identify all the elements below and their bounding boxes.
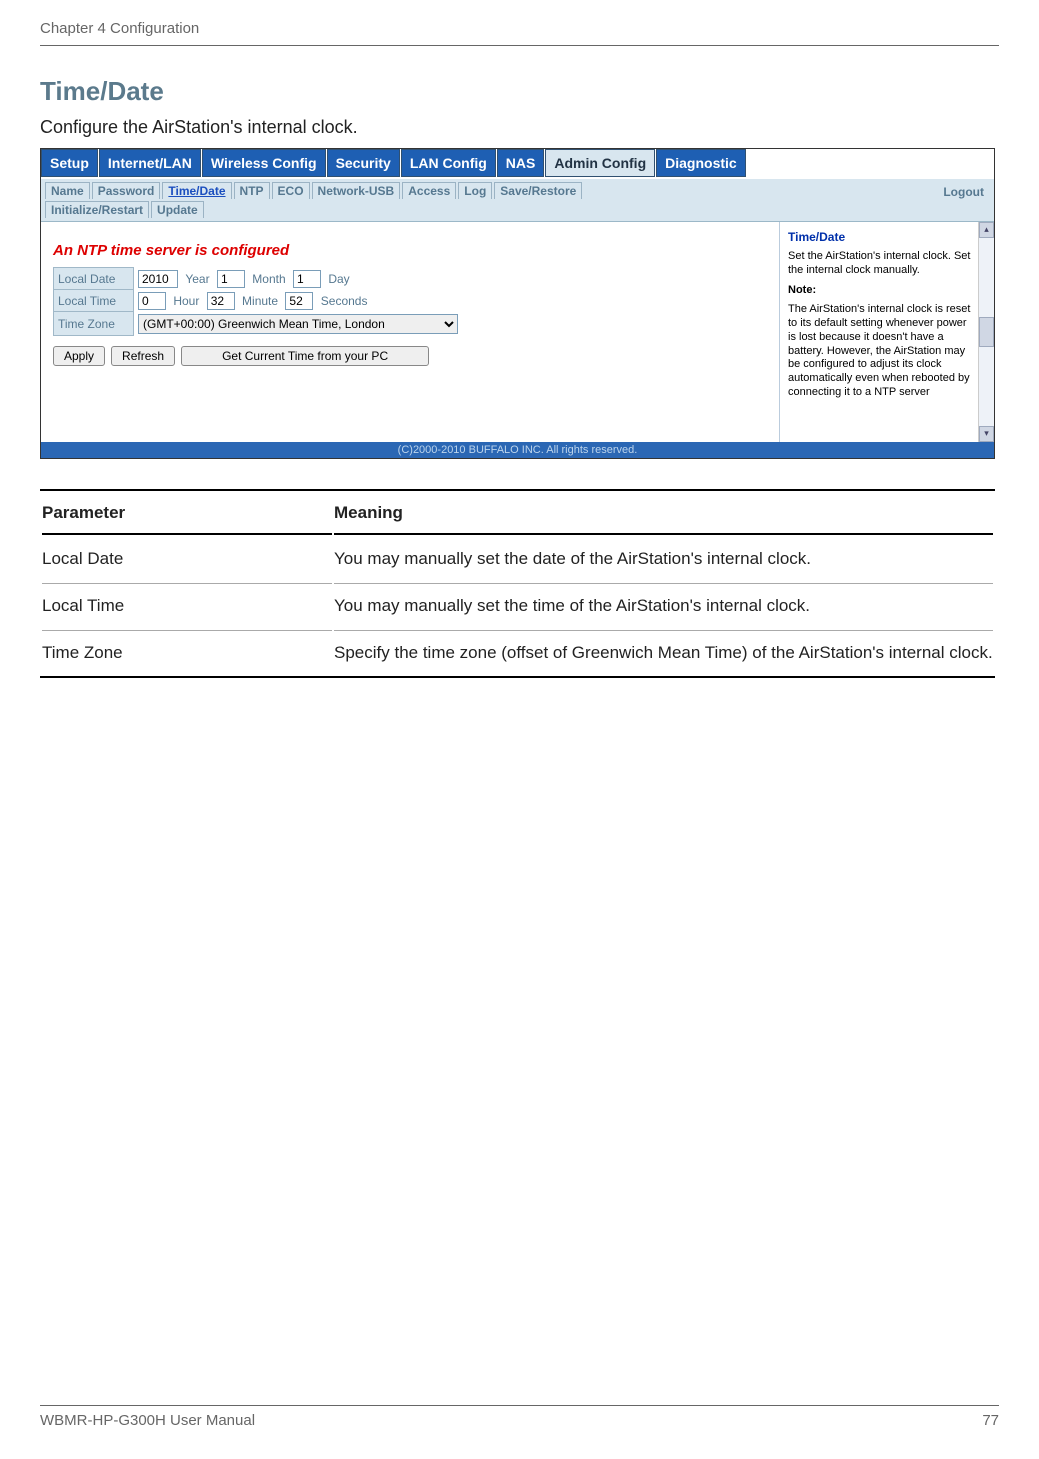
minute-input[interactable] [207, 292, 235, 310]
cell-meaning: Specify the time zone (offset of Greenwi… [334, 630, 993, 675]
chapter-header: Chapter 4 Configuration [40, 20, 999, 46]
sub-tab-update[interactable]: Update [151, 201, 204, 218]
sub-tab-ntp[interactable]: NTP [234, 182, 270, 199]
router-admin-screenshot: Setup Internet/LAN Wireless Config Secur… [40, 148, 995, 459]
config-form-area: An NTP time server is configured Local D… [41, 222, 779, 442]
day-unit: Day [324, 272, 353, 286]
help-scrollbar[interactable]: ▴ ▾ [978, 222, 994, 442]
table-row: Local Time You may manually set the time… [42, 583, 993, 628]
local-time-label: Local Time [54, 290, 134, 312]
sub-tab-log[interactable]: Log [458, 182, 492, 199]
year-unit: Year [181, 272, 213, 286]
help-note-body: The AirStation's internal clock is reset… [788, 303, 974, 399]
sub-tab-password[interactable]: Password [92, 182, 161, 199]
time-zone-select[interactable]: (GMT+00:00) Greenwich Mean Time, London [138, 314, 458, 334]
parameter-table: Parameter Meaning Local Date You may man… [40, 489, 995, 678]
th-parameter: Parameter [42, 493, 332, 535]
page-footer: WBMR-HP-G300H User Manual 77 [40, 1405, 999, 1429]
tab-diagnostic[interactable]: Diagnostic [656, 149, 746, 177]
tab-setup[interactable]: Setup [41, 149, 98, 177]
cell-meaning: You may manually set the time of the Air… [334, 583, 993, 628]
month-input[interactable] [217, 270, 245, 288]
cell-param: Time Zone [42, 630, 332, 675]
time-date-form: Local Date Year Month Day Local Time Ho [53, 267, 463, 336]
month-unit: Month [248, 272, 289, 286]
help-heading: Time/Date [788, 230, 974, 244]
main-tabs: Setup Internet/LAN Wireless Config Secur… [41, 149, 994, 179]
refresh-button[interactable]: Refresh [111, 346, 175, 366]
manual-title: WBMR-HP-G300H User Manual [40, 1412, 255, 1429]
sub-tab-eco[interactable]: ECO [272, 182, 310, 199]
hour-input[interactable] [138, 292, 166, 310]
time-zone-label: Time Zone [54, 312, 134, 336]
help-text-1: Set the AirStation's internal clock. Set… [788, 250, 974, 278]
tab-nas[interactable]: NAS [497, 149, 545, 177]
tab-admin-config[interactable]: Admin Config [545, 149, 655, 177]
scroll-up-icon[interactable]: ▴ [979, 222, 994, 238]
second-input[interactable] [285, 292, 313, 310]
hour-unit: Hour [169, 294, 203, 308]
cell-meaning: You may manually set the date of the Air… [334, 537, 993, 581]
local-date-label: Local Date [54, 268, 134, 290]
tab-internet-lan[interactable]: Internet/LAN [99, 149, 201, 177]
help-panel: Time/Date Set the AirStation's internal … [779, 222, 994, 442]
year-input[interactable] [138, 270, 178, 288]
table-row: Local Date You may manually set the date… [42, 537, 993, 581]
page-number: 77 [982, 1412, 999, 1429]
day-input[interactable] [293, 270, 321, 288]
scroll-down-icon[interactable]: ▾ [979, 426, 994, 442]
sub-tab-time-date[interactable]: Time/Date [162, 182, 231, 199]
section-title: Time/Date [40, 76, 999, 107]
second-unit: Seconds [317, 294, 372, 308]
section-desc: Configure the AirStation's internal cloc… [40, 117, 999, 138]
sub-tab-save-restore[interactable]: Save/Restore [494, 182, 582, 199]
table-row: Time Zone Specify the time zone (offset … [42, 630, 993, 675]
copyright-bar: (C)2000-2010 BUFFALO INC. All rights res… [41, 442, 994, 458]
sub-tab-name[interactable]: Name [45, 182, 90, 199]
tab-wireless-config[interactable]: Wireless Config [202, 149, 326, 177]
scroll-thumb[interactable] [979, 317, 994, 347]
tab-lan-config[interactable]: LAN Config [401, 149, 496, 177]
apply-button[interactable]: Apply [53, 346, 105, 366]
sub-tabs: Name Password Time/Date NTP ECO Network-… [41, 179, 994, 222]
cell-param: Local Time [42, 583, 332, 628]
ntp-configured-notice: An NTP time server is configured [53, 242, 769, 259]
logout-link[interactable]: Logout [943, 185, 990, 199]
tab-security[interactable]: Security [327, 149, 400, 177]
help-note-label: Note: [788, 284, 816, 296]
th-meaning: Meaning [334, 493, 993, 535]
sub-tab-access[interactable]: Access [402, 182, 456, 199]
minute-unit: Minute [238, 294, 282, 308]
get-pc-time-button[interactable]: Get Current Time from your PC [181, 346, 429, 366]
sub-tab-initialize-restart[interactable]: Initialize/Restart [45, 201, 149, 218]
cell-param: Local Date [42, 537, 332, 581]
sub-tab-network-usb[interactable]: Network-USB [312, 182, 401, 199]
